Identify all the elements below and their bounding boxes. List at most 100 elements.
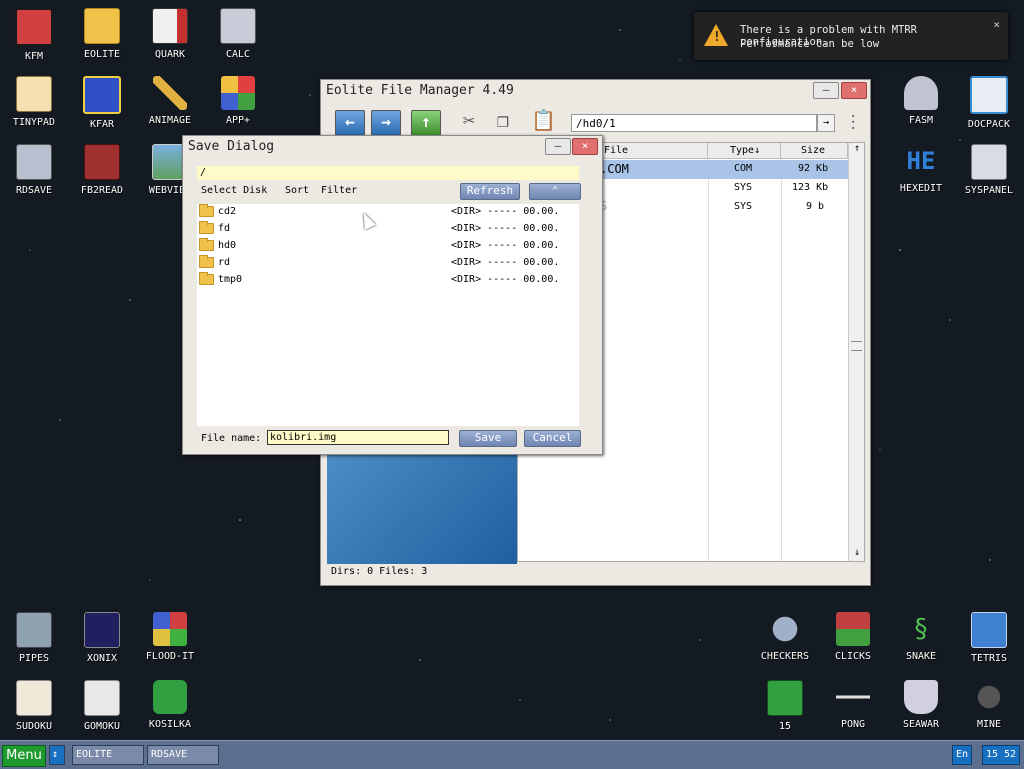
- taskbar-task-rdsave[interactable]: RDSAVE: [147, 745, 219, 765]
- sudoku-icon: [16, 680, 52, 716]
- folder-name: cd2: [218, 206, 237, 217]
- desktop-icon-xonix[interactable]: XONIX: [68, 604, 136, 664]
- tetris-icon: [971, 612, 1007, 648]
- taskbar-task-eolite[interactable]: EOLITE: [72, 745, 144, 765]
- desktop-icon-tinypad[interactable]: TINYPAD: [0, 68, 68, 128]
- mine-icon: [972, 680, 1006, 714]
- desktop-icon-checkers[interactable]: CHECKERS: [751, 604, 819, 662]
- file-list-scrollbar[interactable]: ↑ ↓: [848, 143, 864, 561]
- scroll-up-arrow-icon[interactable]: ↑: [849, 143, 864, 157]
- desktop-icon-label: FLOOD-IT: [145, 651, 195, 662]
- cancel-button[interactable]: Cancel: [524, 430, 581, 447]
- desktop-icon-mine[interactable]: MINE: [955, 672, 1023, 730]
- docpack-icon: [970, 76, 1008, 114]
- desktop-icon-flood-it[interactable]: FLOOD-IT: [136, 604, 204, 662]
- desktop-icon-rdsave[interactable]: RDSAVE: [0, 136, 68, 196]
- desktop-icon-clicks[interactable]: CLICKS: [819, 604, 887, 662]
- folder-info: <DIR> ----- 00.00.: [451, 257, 560, 268]
- fb2-book-icon: [84, 144, 120, 180]
- notification-line-2: Performance can be low: [740, 38, 880, 50]
- cut-icon[interactable]: ✂: [463, 108, 475, 132]
- folder-icon: [199, 255, 214, 268]
- list-item[interactable]: hd0 <DIR> ----- 00.00.: [199, 238, 575, 255]
- menu-button[interactable]: Menu: [2, 745, 46, 767]
- scroll-down-arrow-icon[interactable]: ↓: [849, 547, 864, 561]
- go-button[interactable]: →: [817, 114, 835, 132]
- column-header-type[interactable]: Type↓: [708, 143, 781, 159]
- sort-menu[interactable]: Sort: [285, 185, 309, 196]
- file-name-input[interactable]: kolibri.img: [267, 430, 449, 445]
- desktop-icon-label: PONG: [840, 719, 866, 730]
- desktop-icon-kfm[interactable]: KFM: [0, 0, 68, 62]
- desktop-icon-pipes[interactable]: PIPES: [0, 604, 68, 664]
- desktop-icon-animage[interactable]: ANIMAGE: [136, 68, 204, 126]
- syspanel-icon: [971, 144, 1007, 180]
- save-dialog-title: Save Dialog: [188, 139, 275, 154]
- desktop-icon-fasm[interactable]: FASM: [887, 68, 955, 126]
- warning-icon: [704, 24, 728, 46]
- column-separator: [708, 159, 709, 561]
- desktop-icon-label: SEAWAR: [902, 719, 940, 730]
- go-up-button[interactable]: ⌃: [529, 183, 581, 200]
- desktop-icon-tetris[interactable]: TETRIS: [955, 604, 1023, 664]
- eolite-minimize-button[interactable]: –: [813, 82, 839, 99]
- forward-button[interactable]: →: [371, 110, 401, 136]
- list-item[interactable]: tmp0 <DIR> ----- 00.00.: [199, 272, 575, 289]
- folder-name: fd: [218, 223, 231, 234]
- folder-info: <DIR> ----- 00.00.: [451, 240, 560, 251]
- taskbar-toggle-button[interactable]: ↕: [49, 745, 65, 765]
- path-address-bar[interactable]: /hd0/1: [571, 114, 817, 132]
- desktop-icon-app-plus[interactable]: APP+: [204, 68, 272, 126]
- paste-icon[interactable]: 📋: [531, 108, 556, 132]
- desktop-icon-docpack[interactable]: DOCPACK: [955, 68, 1023, 130]
- cube-icon: [221, 76, 255, 110]
- eolite-close-button[interactable]: ×: [841, 82, 867, 99]
- kfar-icon: [83, 76, 121, 114]
- notification-close-icon[interactable]: ×: [993, 18, 1000, 31]
- more-menu-icon[interactable]: · · ·: [849, 110, 857, 136]
- desktop-icon-eolite[interactable]: EOLITE: [68, 0, 136, 60]
- desktop-icon-gomoku[interactable]: GOMOKU: [68, 672, 136, 732]
- save-dialog-minimize-button[interactable]: –: [545, 138, 571, 155]
- copy-icon[interactable]: ❐: [497, 108, 509, 132]
- folder-icon: [199, 221, 214, 234]
- scrollbar-thumb[interactable]: [851, 341, 862, 351]
- desktop-icon-label: KFM: [24, 51, 44, 62]
- column-header-size[interactable]: Size: [781, 143, 848, 159]
- mtrr-warning-notification[interactable]: There is a problem with MTRR configurati…: [694, 12, 1008, 60]
- back-button[interactable]: ←: [335, 110, 365, 136]
- desktop-icon-syspanel[interactable]: SYSPANEL: [955, 136, 1023, 196]
- desktop-icon-15[interactable]: 15: [751, 672, 819, 732]
- desktop-icon-snake[interactable]: § SNAKE: [887, 604, 955, 662]
- language-indicator[interactable]: En: [952, 745, 972, 765]
- desktop-icon-label: ANIMAGE: [148, 115, 192, 126]
- select-disk-menu[interactable]: Select Disk: [201, 185, 267, 196]
- save-dialog-close-button[interactable]: ×: [572, 138, 598, 155]
- checkers-icon: [768, 612, 802, 646]
- clock[interactable]: 15 52: [982, 745, 1020, 765]
- list-item[interactable]: cd2 <DIR> ----- 00.00.: [199, 204, 575, 221]
- desktop-icon-kfar[interactable]: KFAR: [68, 68, 136, 130]
- desktop-icon-sudoku[interactable]: SUDOKU: [0, 672, 68, 732]
- save-dialog-window: Save Dialog – × / Select Disk Sort Filte…: [182, 135, 603, 455]
- desktop-icon-kosilka[interactable]: KOSILKA: [136, 672, 204, 730]
- save-disk-icon: [16, 144, 52, 180]
- taskbar: Menu ↕ EOLITE RDSAVE En 15 52: [0, 740, 1024, 769]
- refresh-button[interactable]: Refresh: [460, 183, 520, 200]
- desktop-icon-fb2read[interactable]: FB2READ: [68, 136, 136, 196]
- desktop-icon-calc[interactable]: CALC: [204, 0, 272, 60]
- list-item[interactable]: rd <DIR> ----- 00.00.: [199, 255, 575, 272]
- directory-list[interactable]: cd2 <DIR> ----- 00.00. fd <DIR> ----- 00…: [197, 204, 579, 426]
- desktop-icon-hexedit[interactable]: HE HEXEDIT: [887, 136, 955, 194]
- desktop-icon-seawar[interactable]: SEAWAR: [887, 672, 955, 730]
- save-button[interactable]: Save: [459, 430, 517, 447]
- desktop-icon-pong[interactable]: PONG: [819, 672, 887, 730]
- list-item[interactable]: fd <DIR> ----- 00.00.: [199, 221, 575, 238]
- desktop-icon-quark[interactable]: QUARK: [136, 0, 204, 60]
- fasm-icon: [904, 76, 938, 110]
- folder-name: tmp0: [218, 274, 243, 285]
- file-size: 92 Kb: [798, 163, 829, 174]
- flood-it-icon: [153, 612, 187, 646]
- up-folder-button[interactable]: ↑: [411, 110, 441, 136]
- filter-menu[interactable]: Filter: [321, 185, 357, 196]
